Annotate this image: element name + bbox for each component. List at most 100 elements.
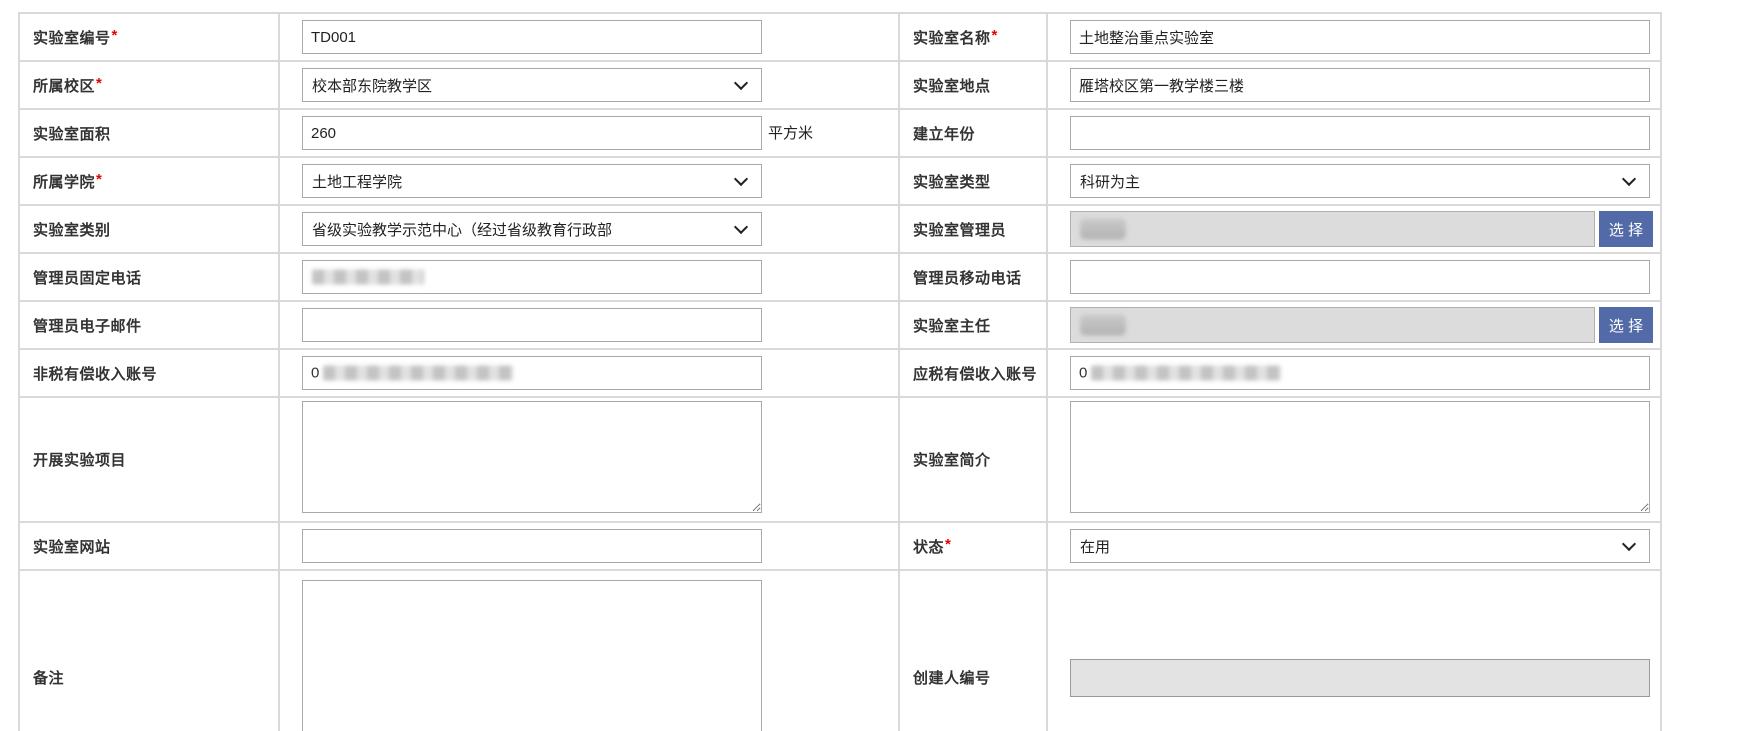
creator-id-label: 创建人编号 [913, 670, 991, 687]
experiment-projects-textarea[interactable] [302, 401, 762, 513]
lab-area-input[interactable] [302, 116, 762, 150]
label-cell: 实验室地点 [899, 61, 1047, 109]
lab-manager-label: 实验室管理员 [913, 222, 1006, 239]
remarks-textarea[interactable] [302, 580, 762, 731]
field-cell: 0 [279, 349, 899, 397]
lab-category-select[interactable]: 省级实验教学示范中心（经过省级教育行政部 [302, 212, 762, 246]
campus-select-value: 校本部东院教学区 [312, 75, 432, 96]
campus-select[interactable]: 校本部东院教学区 [302, 68, 762, 102]
manager-phone-label: 管理员固定电话 [33, 270, 142, 287]
label-cell: 实验室主任 [899, 301, 1047, 349]
form-row: 管理员固定电话 管理员移动电话 [19, 253, 1661, 301]
college-select[interactable]: 土地工程学院 [302, 164, 762, 198]
required-asterisk: * [112, 27, 118, 44]
label-cell: 备注 [19, 570, 279, 731]
chevron-down-icon [734, 220, 748, 234]
status-select-value: 在用 [1080, 536, 1110, 557]
label-cell: 实验室管理员 [899, 205, 1047, 253]
lab-director-label: 实验室主任 [913, 318, 991, 335]
label-cell: 管理员电子邮件 [19, 301, 279, 349]
form-row: 开展实验项目 实验室简介 [19, 397, 1661, 522]
lab-type-select[interactable]: 科研为主 [1070, 164, 1650, 198]
status-select[interactable]: 在用 [1070, 529, 1650, 563]
field-cell: 科研为主 [1047, 157, 1661, 205]
field-cell: 选 择 [1047, 205, 1661, 253]
label-cell: 创建人编号 [899, 570, 1047, 731]
lab-director-field [1070, 307, 1595, 343]
label-cell: 实验室类别 [19, 205, 279, 253]
field-cell [279, 570, 899, 731]
redacted-phone-blur [312, 270, 424, 285]
chevron-down-icon [734, 76, 748, 90]
form-row: 实验室编号* 实验室名称* [19, 13, 1661, 61]
experiment-projects-label: 开展实验项目 [33, 452, 126, 469]
account-visible-prefix: 0 [311, 365, 319, 382]
label-cell: 所属学院* [19, 157, 279, 205]
lab-manager-select-button[interactable]: 选 择 [1599, 211, 1653, 247]
required-asterisk: * [96, 171, 102, 188]
redacted-name-blur [1080, 219, 1126, 240]
lab-manager-field [1070, 211, 1595, 247]
lab-code-label: 实验室编号 [33, 30, 111, 47]
label-cell: 非税有偿收入账号 [19, 349, 279, 397]
lab-name-input[interactable] [1070, 20, 1650, 54]
lab-intro-textarea[interactable] [1070, 401, 1650, 513]
lab-website-label: 实验室网站 [33, 539, 111, 556]
field-cell: 0 [1047, 349, 1661, 397]
lab-category-label: 实验室类别 [33, 222, 111, 239]
form-row: 管理员电子邮件 实验室主任 选 择 [19, 301, 1661, 349]
redacted-name-blur [1080, 315, 1126, 336]
label-cell: 实验室简介 [899, 397, 1047, 522]
field-cell [279, 397, 899, 522]
form-row: 实验室面积 平方米 建立年份 [19, 109, 1661, 157]
form-row: 实验室网站 状态* 在用 [19, 522, 1661, 570]
label-cell: 实验室名称* [899, 13, 1047, 61]
lab-code-input[interactable] [302, 20, 762, 54]
manager-mobile-input[interactable] [1070, 260, 1650, 294]
field-cell: 校本部东院教学区 [279, 61, 899, 109]
redacted-account-blur [323, 366, 513, 381]
field-cell: 在用 [1047, 522, 1661, 570]
manager-email-input[interactable] [302, 308, 762, 342]
required-asterisk: * [992, 27, 998, 44]
field-cell [1047, 570, 1661, 731]
area-unit-label: 平方米 [768, 125, 813, 142]
remarks-label: 备注 [33, 670, 64, 687]
lab-website-input[interactable] [302, 529, 762, 563]
chevron-down-icon [1622, 172, 1636, 186]
college-label: 所属学院 [33, 174, 95, 191]
field-cell [279, 522, 899, 570]
manager-mobile-label: 管理员移动电话 [913, 270, 1022, 287]
college-select-value: 土地工程学院 [312, 171, 402, 192]
lab-intro-label: 实验室简介 [913, 452, 991, 469]
form-row: 所属学院* 土地工程学院 实验室类型 科研为主 [19, 157, 1661, 205]
redacted-account-blur [1091, 366, 1281, 381]
lab-info-form: 实验室编号* 实验室名称* 所属校区* 校本部东院教学区 实验室地点 [18, 12, 1662, 731]
field-cell [279, 301, 899, 349]
campus-label: 所属校区 [33, 78, 95, 95]
establish-year-input[interactable] [1070, 116, 1650, 150]
field-cell: 平方米 [279, 109, 899, 157]
form-row: 实验室类别 省级实验教学示范中心（经过省级教育行政部 实验室管理员 选 择 [19, 205, 1661, 253]
label-cell: 实验室编号* [19, 13, 279, 61]
lab-name-label: 实验室名称 [913, 30, 991, 47]
form-row: 备注 创建人编号 [19, 570, 1661, 731]
chevron-down-icon [734, 172, 748, 186]
lab-category-select-value: 省级实验教学示范中心（经过省级教育行政部 [312, 219, 612, 240]
form-row: 非税有偿收入账号 0 应税有偿收入账号 0 [19, 349, 1661, 397]
field-cell: 省级实验教学示范中心（经过省级教育行政部 [279, 205, 899, 253]
lab-director-select-button[interactable]: 选 择 [1599, 307, 1653, 343]
label-cell: 实验室类型 [899, 157, 1047, 205]
required-asterisk: * [945, 536, 951, 553]
label-cell: 管理员固定电话 [19, 253, 279, 301]
field-cell [279, 253, 899, 301]
lab-location-input[interactable] [1070, 68, 1650, 102]
label-cell: 应税有偿收入账号 [899, 349, 1047, 397]
form-row: 所属校区* 校本部东院教学区 实验室地点 [19, 61, 1661, 109]
field-cell: 选 择 [1047, 301, 1661, 349]
field-cell [1047, 13, 1661, 61]
field-cell: 土地工程学院 [279, 157, 899, 205]
nontax-account-label: 非税有偿收入账号 [33, 366, 157, 383]
required-asterisk: * [96, 75, 102, 92]
label-cell: 所属校区* [19, 61, 279, 109]
